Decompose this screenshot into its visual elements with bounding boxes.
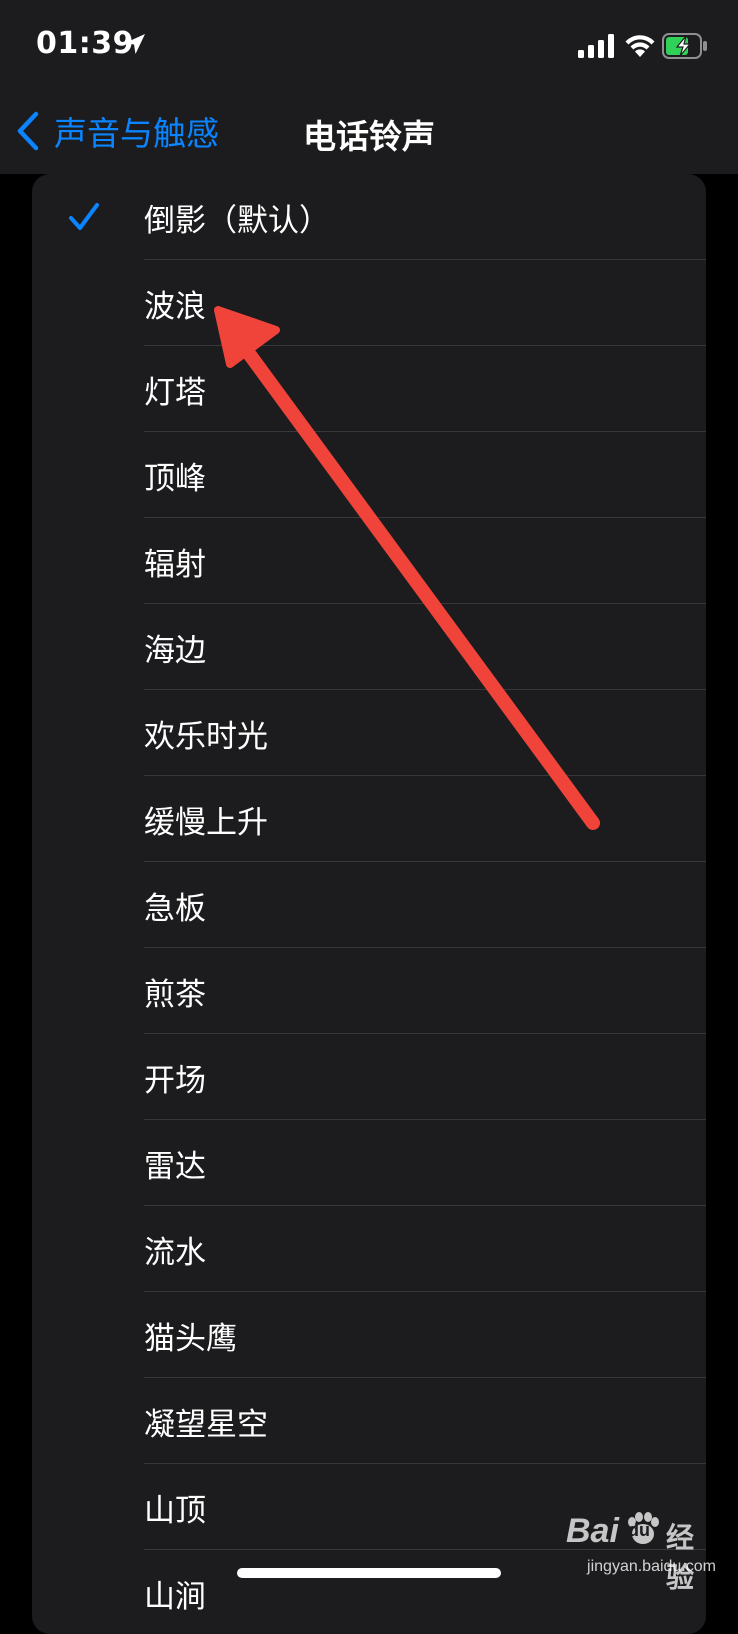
ringtone-row[interactable]: 波浪	[32, 260, 706, 346]
ringtone-row[interactable]: 海边	[32, 604, 706, 690]
ringtone-label: 海边	[144, 632, 206, 669]
page-title: 电话铃声	[303, 117, 435, 156]
ringtone-row[interactable]: 辐射	[32, 518, 706, 604]
ringtone-label: 倒影（默认）	[144, 202, 330, 239]
wifi-icon	[625, 35, 655, 57]
ringtone-row[interactable]: 猫头鹰	[32, 1292, 706, 1378]
ringtone-label: 雷达	[144, 1148, 206, 1185]
ringtone-row[interactable]: 欢乐时光	[32, 690, 706, 776]
ringtone-label: 欢乐时光	[144, 718, 268, 755]
navigation-bar: 声音与触感 电话铃声	[0, 90, 738, 174]
ringtone-label: 缓慢上升	[144, 804, 268, 841]
ringtone-label: 波浪	[144, 288, 206, 325]
ringtone-row[interactable]: 煎茶	[32, 948, 706, 1034]
ringtone-label: 开场	[144, 1062, 206, 1099]
ringtone-label: 急板	[144, 890, 206, 927]
ringtone-row[interactable]: 顶峰	[32, 432, 706, 518]
baidu-jingyan-watermark: Bai du 经验 jingyan.baidu.com	[566, 1506, 716, 1593]
ringtone-label: 煎茶	[144, 976, 206, 1013]
watermark-jingyan: 经验	[666, 1522, 695, 1593]
ringtone-label: 猫头鹰	[144, 1320, 237, 1357]
watermark-brand: Bai	[566, 1512, 619, 1550]
status-bar: 01:39	[0, 0, 738, 90]
top-bar: 01:39 声音与触感 电话铃声	[0, 0, 738, 174]
location-arrow-icon	[125, 34, 145, 54]
ringtone-row[interactable]: 凝望星空	[32, 1378, 706, 1464]
ringtone-label: 辐射	[144, 546, 206, 583]
watermark-du: du	[628, 1520, 650, 1540]
ringtone-row[interactable]: 缓慢上升	[32, 776, 706, 862]
ringtone-list: 倒影（默认） 波浪灯塔顶峰辐射海边欢乐时光缓慢上升急板煎茶开场雷达流水猫头鹰凝望星…	[32, 174, 706, 1634]
ringtone-label: 凝望星空	[144, 1406, 268, 1443]
ringtone-row[interactable]: 倒影（默认）	[32, 174, 706, 260]
home-indicator[interactable]	[237, 1568, 501, 1578]
ringtone-label: 灯塔	[144, 374, 206, 411]
status-time: 01:39	[36, 26, 134, 61]
cellular-signal-icon	[578, 34, 614, 58]
ringtone-row[interactable]: 雷达	[32, 1120, 706, 1206]
ringtone-label: 流水	[144, 1234, 206, 1271]
ringtone-row[interactable]: 开场	[32, 1034, 706, 1120]
ringtone-row[interactable]: 急板	[32, 862, 706, 948]
ringtone-label: 山涧	[144, 1578, 206, 1615]
battery-charging-icon	[662, 33, 707, 59]
checkmark-icon	[69, 203, 99, 230]
ringtone-row[interactable]: 流水	[32, 1206, 706, 1292]
ringtone-label: 山顶	[144, 1492, 206, 1529]
ringtone-label: 顶峰	[144, 460, 206, 497]
ringtone-row[interactable]: 灯塔	[32, 346, 706, 432]
watermark-url: jingyan.baidu.com	[587, 1558, 716, 1575]
